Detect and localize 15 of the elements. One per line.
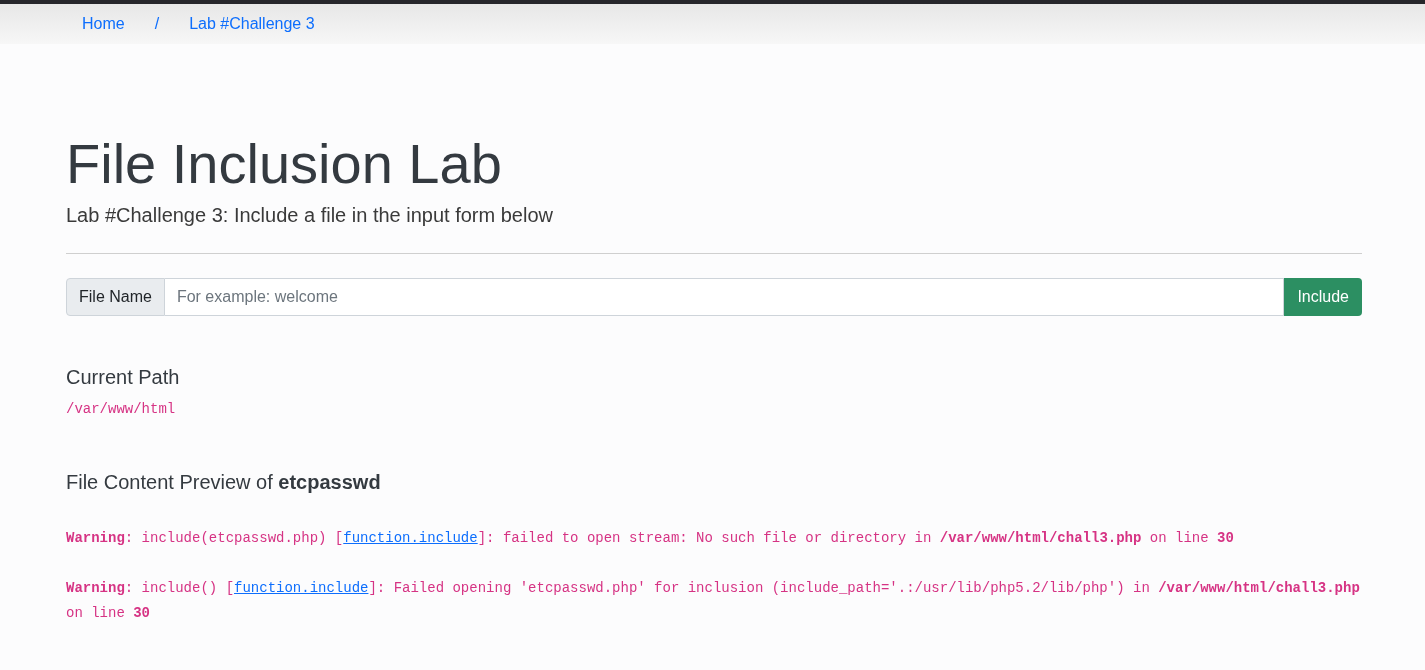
file-name-input[interactable]: For example: welcome xyxy=(164,278,1285,317)
breadcrumb-link[interactable]: Lab #Challenge 3 xyxy=(189,12,315,36)
section-heading: Current Path xyxy=(66,365,181,390)
field-label: File Name xyxy=(66,278,165,317)
breadcrumb-link[interactable]: Home xyxy=(82,12,125,36)
section-heading: File Content Preview of etcpasswd xyxy=(66,470,382,495)
warning-message: Warning: include(etcpasswd.php) [function.include]: failed to open stream: No such file or directory in /var/www/html/chall3.php on line 30 xyxy=(66,529,1235,549)
current-path: /var/www/html xyxy=(66,400,177,420)
warning-message: Warning: include() [function.include]: Failed opening 'etcpasswd.php' for inclusion (include_path='.:/usr/lib/php5.2/lib/php') in /var/www/html/chall3.php on line 30 xyxy=(66,579,1361,624)
function-link[interactable]: function.include xyxy=(234,580,369,597)
page-subtitle: Lab #Challenge 3: Include a file in the input form below xyxy=(66,203,554,229)
page-title: File Inclusion Lab xyxy=(66,131,503,197)
function-link[interactable]: function.include xyxy=(343,530,478,547)
breadcrumb-separator: / xyxy=(153,14,161,34)
include-button[interactable]: Include xyxy=(1284,278,1362,317)
